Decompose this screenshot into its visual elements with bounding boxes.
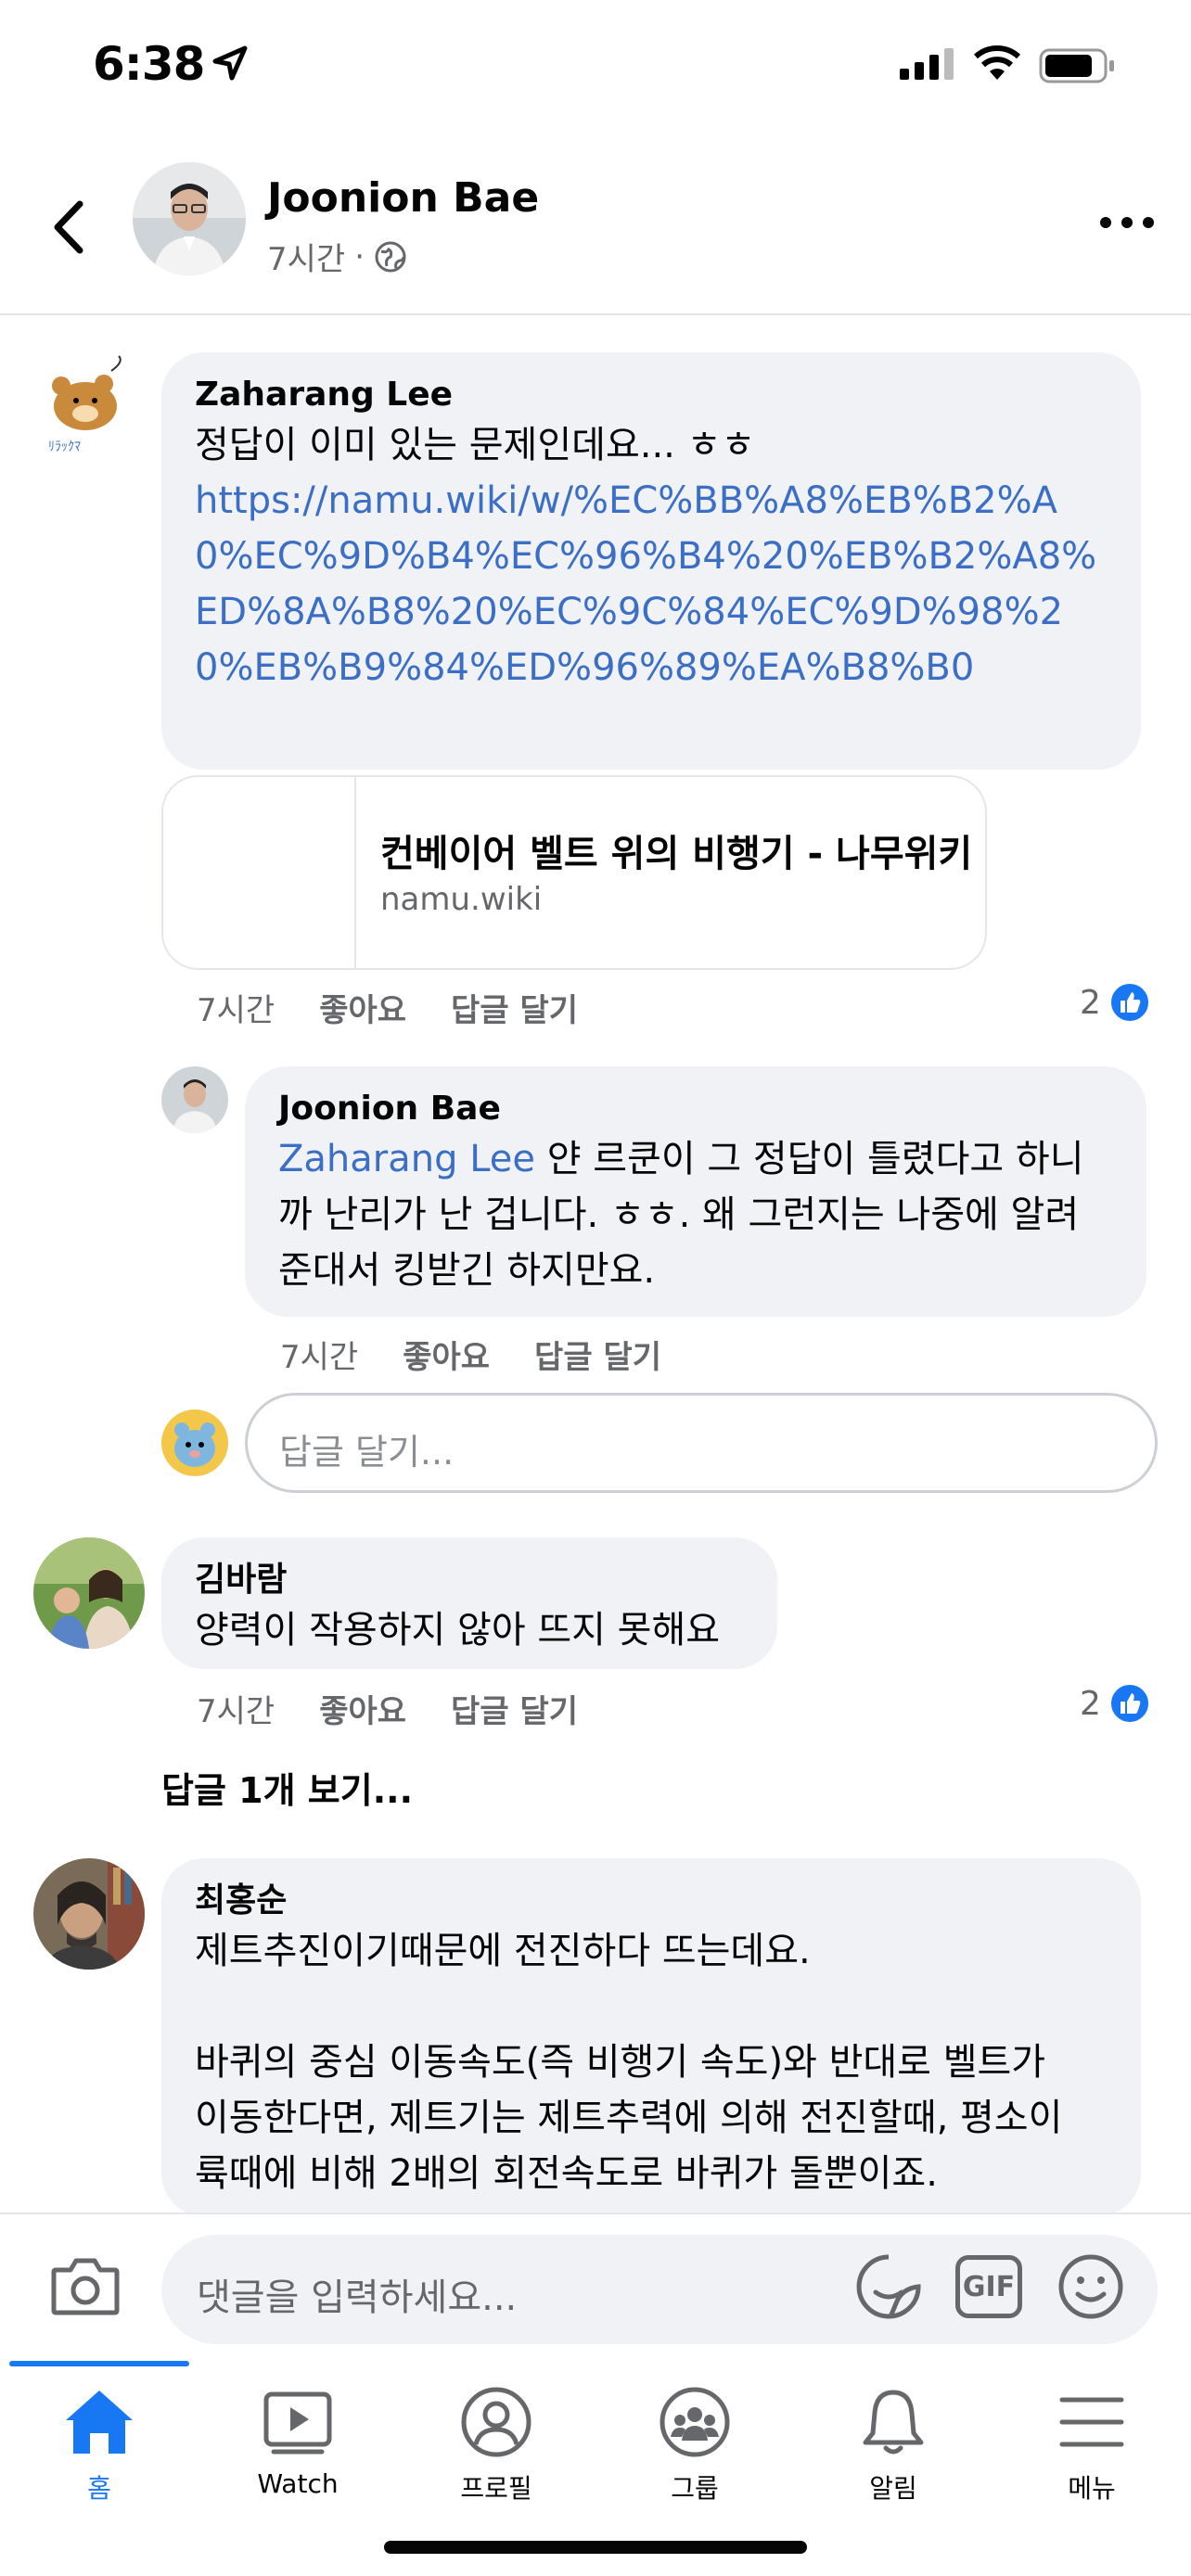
tab-label: Watch <box>257 2468 339 2499</box>
watch-icon <box>263 2391 332 2455</box>
emoji-icon[interactable] <box>1056 2251 1126 2322</box>
reply-button[interactable]: 답글 달기 <box>451 985 578 1030</box>
tab-groups[interactable]: 그룹 <box>596 2385 794 2506</box>
meta-separator: · <box>354 237 365 275</box>
post-meta: 7시간 · <box>267 234 407 279</box>
battery-icon <box>1039 48 1114 83</box>
tab-label: 그룹 <box>671 2473 719 2504</box>
reply-bubble: Joonion Bae Zaharang Lee 얀 르쿤이 그 정답이 틀렸다… <box>245 1066 1146 1317</box>
reaction-count[interactable]: 2 <box>1080 1682 1151 1725</box>
comment-actions: 7시간 좋아요 답글 달기 <box>197 1686 578 1731</box>
my-avatar <box>161 1409 228 1476</box>
thumbs-up-icon <box>1108 981 1151 1024</box>
commenter-avatar[interactable]: ﾘﾗｯｸﾏ <box>35 352 137 454</box>
comment-text-line: 륙때에 비해 2배의 회전속도로 바퀴가 돌뿐이죠. <box>195 2152 938 2195</box>
comment-bubble: 김바람 양력이 작용하지 않아 뜨지 못해요 <box>161 1537 777 1669</box>
comment-text-line: 이동한다면, 제트기는 제트추력에 의해 전진할때, 평소이 <box>195 2097 1063 2139</box>
gif-button[interactable]: GIF <box>955 2255 1022 2318</box>
comment-actions: 7시간 좋아요 답글 달기 <box>197 985 578 1030</box>
comment-bubble: 최홍순 제트추진이기때문에 전진하다 뜨는데요. 바퀴의 중심 이동속도(즉 비… <box>161 1858 1141 2216</box>
tab-notifications[interactable]: 알림 <box>794 2385 992 2506</box>
comment-author[interactable]: Zaharang Lee <box>195 373 1108 417</box>
comment-author[interactable]: 최홍순 <box>195 1879 1108 1923</box>
comment-time: 7시간 <box>280 1339 359 1376</box>
reply-input[interactable]: 답글 달기... <box>245 1393 1158 1493</box>
tab-label: 프로필 <box>460 2473 532 2504</box>
author-name[interactable]: Joonion Bae <box>267 174 539 222</box>
globe-icon <box>375 241 406 272</box>
view-replies-link[interactable]: 답글 1개 보기... <box>161 1762 413 1813</box>
comment-text-line: 준대서 킹받긴 하지만요. <box>278 1249 656 1292</box>
svg-text:ﾘﾗｯｸﾏ: ﾘﾗｯｸﾏ <box>48 440 81 454</box>
comment-time: 7시간 <box>197 1693 275 1730</box>
profile-icon <box>461 2387 531 2457</box>
comment-author[interactable]: Joonion Bae <box>278 1087 1113 1131</box>
post-header: Joonion Bae 7시간 · <box>0 139 1191 315</box>
comment-bubble: Zaharang Lee 정답이 이미 있는 문제인데요... ㅎㅎ https… <box>161 352 1141 770</box>
link-preview-card[interactable]: 컨베이어 벨트 위의 비행기 - 나무위키 namu.wiki <box>161 775 987 970</box>
reply-author-avatar[interactable] <box>161 1066 228 1133</box>
mention-link[interactable]: Zaharang Lee <box>278 1138 535 1180</box>
menu-icon <box>1059 2397 1124 2447</box>
comment-time: 7시간 <box>197 992 275 1029</box>
like-button[interactable]: 좋아요 <box>403 1332 490 1377</box>
tab-label: 알림 <box>869 2473 917 2504</box>
comment-composer: 댓글을 입력하세요... GIF <box>0 2213 1191 2361</box>
home-indicator <box>384 2541 807 2554</box>
comment-text-line: 까 난리가 난 겁니다. ㅎㅎ. 왜 그런지는 나중에 알려 <box>278 1193 1080 1236</box>
camera-icon[interactable] <box>50 2255 121 2316</box>
active-tab-indicator <box>9 2361 189 2366</box>
gif-label: GIF <box>962 2270 1016 2303</box>
tab-label: 홈 <box>87 2473 111 2504</box>
like-button[interactable]: 좋아요 <box>319 985 406 1030</box>
author-avatar[interactable] <box>133 162 246 275</box>
tab-label: 메뉴 <box>1068 2473 1116 2504</box>
comment-actions: 7시간 좋아요 답글 달기 <box>280 1332 661 1377</box>
reaction-number: 2 <box>1080 1684 1101 1723</box>
back-button[interactable] <box>46 195 93 260</box>
tab-watch[interactable]: Watch <box>198 2385 397 2499</box>
reply-button[interactable]: 답글 달기 <box>451 1686 578 1731</box>
comment-link[interactable]: https://namu.wiki/w/%EC%BB%A8%EB%B2%A0%E… <box>195 473 1108 695</box>
post-time: 7시간 <box>267 241 346 278</box>
home-icon <box>66 2391 133 2454</box>
status-bar: 6:38 <box>0 0 1191 139</box>
comment-text: 정답이 이미 있는 문제인데요... ㅎㅎ <box>195 424 756 466</box>
status-time: 6:38 <box>93 37 205 91</box>
cellular-signal-icon <box>900 48 954 80</box>
comment-text-line: Zaharang Lee 얀 르쿤이 그 정답이 틀렸다고 하니 <box>278 1131 1113 1187</box>
tab-profile[interactable]: 프로필 <box>397 2385 596 2506</box>
comment-text-line: 제트추진이기때문에 전진하다 뜨는데요. <box>195 1930 811 1972</box>
comment-author[interactable]: 김바람 <box>195 1558 744 1602</box>
location-arrow-icon <box>212 45 248 81</box>
reply-button[interactable]: 답글 달기 <box>534 1332 661 1377</box>
thumbs-up-icon <box>1108 1682 1151 1725</box>
link-preview-thumbnail <box>163 777 356 968</box>
reaction-count[interactable]: 2 <box>1080 981 1151 1024</box>
tab-menu[interactable]: 메뉴 <box>992 2385 1191 2506</box>
comment-text-line: 바퀴의 중심 이동속도(즉 비행기 속도)와 반대로 벨트가 <box>195 2041 1046 2084</box>
bell-icon <box>863 2390 924 2455</box>
link-preview-domain: namu.wiki <box>380 881 543 918</box>
sticker-icon[interactable] <box>853 2251 924 2322</box>
wifi-icon <box>973 45 1021 80</box>
tab-home[interactable]: 홈 <box>0 2385 198 2506</box>
more-options-button[interactable] <box>1095 204 1159 241</box>
commenter-avatar[interactable] <box>33 1858 145 1970</box>
comment-text-fragment: 얀 르쿤이 그 정답이 틀렸다고 하니 <box>535 1138 1084 1180</box>
reaction-number: 2 <box>1080 983 1101 1022</box>
link-preview-title: 컨베이어 벨트 위의 비행기 - 나무위키 <box>380 833 973 875</box>
commenter-avatar[interactable] <box>33 1537 145 1649</box>
like-button[interactable]: 좋아요 <box>319 1686 406 1731</box>
comment-text: 양력이 작용하지 않아 뜨지 못해요 <box>195 1609 721 1651</box>
groups-icon <box>660 2387 730 2457</box>
